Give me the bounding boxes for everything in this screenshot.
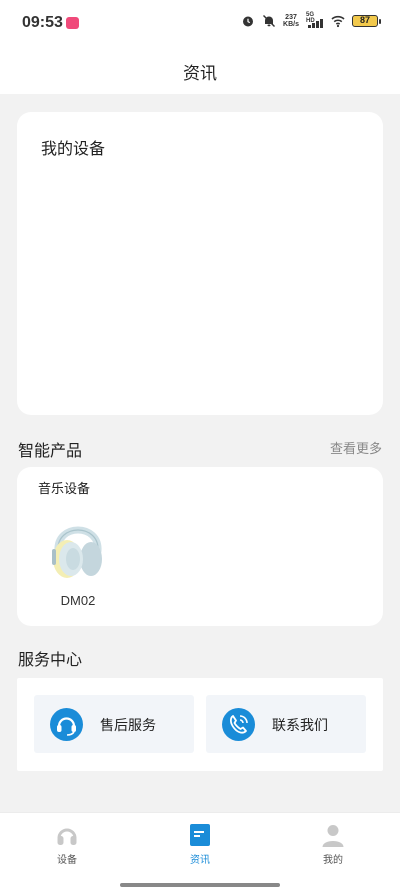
user-icon (322, 825, 344, 847)
service-center-card: 售后服务 联系我们 (17, 678, 383, 771)
my-devices-title: 我的设备 (41, 139, 106, 158)
smart-products-card: 音乐设备 DM02 (17, 467, 383, 626)
product-item-dm02[interactable]: DM02 (47, 507, 109, 608)
tab-devices-label: 设备 (57, 855, 77, 866)
product-name: DM02 (60, 593, 96, 608)
net-speed: 237 KB/s (283, 14, 299, 28)
category-label: 音乐设备 (38, 482, 91, 497)
signal-icon: 5G HD (306, 12, 324, 28)
smart-products-title: 智能产品 (18, 441, 83, 460)
news-icon (190, 824, 210, 846)
service-center-title: 服务中心 (18, 650, 83, 669)
home-indicator[interactable] (120, 883, 280, 887)
tab-mine[interactable]: 我的 (293, 823, 373, 869)
headphones-image (52, 526, 102, 578)
headphones-icon (57, 828, 77, 845)
status-bar: 09:53 237 KB/s 5G HD 87 (0, 0, 400, 44)
wifi-icon (331, 15, 345, 28)
tab-mine-label: 我的 (323, 855, 343, 866)
tab-devices[interactable]: 设备 (27, 823, 107, 869)
after-sales-service-button[interactable]: 售后服务 (34, 695, 194, 753)
contact-us-label: 联系我们 (272, 718, 328, 734)
view-more-link[interactable]: 查看更多 (330, 438, 382, 457)
tab-news-label: 资讯 (190, 855, 210, 866)
contact-us-button[interactable]: 联系我们 (206, 695, 366, 753)
bottom-tab-bar: 设备 资讯 我的 (0, 812, 400, 889)
headset-icon (50, 708, 83, 741)
phone-icon (222, 708, 255, 741)
status-icons: 237 KB/s 5G HD 87 (241, 12, 381, 28)
status-time: 09:53 (22, 14, 63, 31)
page-header: 资讯 (0, 44, 400, 94)
app-notification-icon (66, 17, 79, 29)
my-devices-card: 我的设备 (17, 112, 383, 415)
mute-icon (263, 15, 276, 27)
after-sales-service-label: 售后服务 (100, 718, 156, 734)
tab-news[interactable]: 资讯 (160, 823, 240, 869)
alarm-icon (243, 16, 254, 27)
page-title: 资讯 (183, 64, 217, 84)
battery-icon: 87 (352, 15, 381, 27)
